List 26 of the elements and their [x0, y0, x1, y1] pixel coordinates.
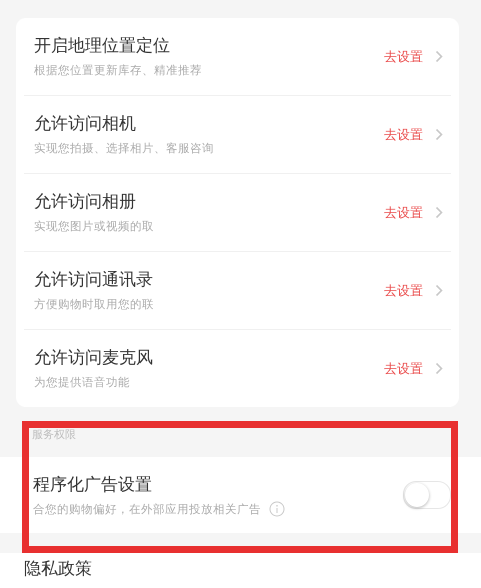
go-settings-link[interactable]: 去设置: [384, 48, 423, 66]
permission-description: 实现您拍摄、选择相片、客服咨询: [34, 140, 215, 157]
permission-description: 根据您位置更新库存、精准推荐: [34, 62, 203, 79]
permission-description: 为您提供语音功能: [34, 374, 131, 391]
permission-title: 开启地理位置定位: [34, 35, 171, 58]
privacy-policy-link[interactable]: 隐私政策: [24, 559, 92, 579]
permission-title: 允许访问相机: [34, 113, 137, 136]
permission-title: 允许访问通讯录: [34, 269, 154, 292]
go-settings-link[interactable]: 去设置: [384, 282, 423, 300]
chevron-right-icon: [435, 206, 443, 219]
chevron-right-icon: [435, 284, 443, 297]
chevron-right-icon: [435, 362, 443, 375]
go-settings-link[interactable]: 去设置: [384, 204, 423, 222]
info-icon[interactable]: [269, 500, 285, 516]
permission-title: 允许访问麦克风: [34, 347, 154, 370]
permission-title: 允许访问相册: [34, 191, 137, 214]
section-label: 服务权限: [32, 427, 77, 443]
chevron-right-icon: [435, 50, 443, 63]
chevron-right-icon: [435, 128, 443, 141]
toggle-switch[interactable]: [403, 481, 451, 509]
setting-description: 合您的购物偏好，在外部应用投放相关广告: [33, 500, 261, 518]
permission-description: 实现您图片或视频的取: [34, 218, 155, 235]
permission-description: 方便购物时取用您的联: [34, 296, 155, 313]
go-settings-link[interactable]: 去设置: [384, 360, 423, 378]
go-settings-link[interactable]: 去设置: [384, 126, 423, 144]
setting-title: 程序化广告设置: [33, 474, 153, 496]
